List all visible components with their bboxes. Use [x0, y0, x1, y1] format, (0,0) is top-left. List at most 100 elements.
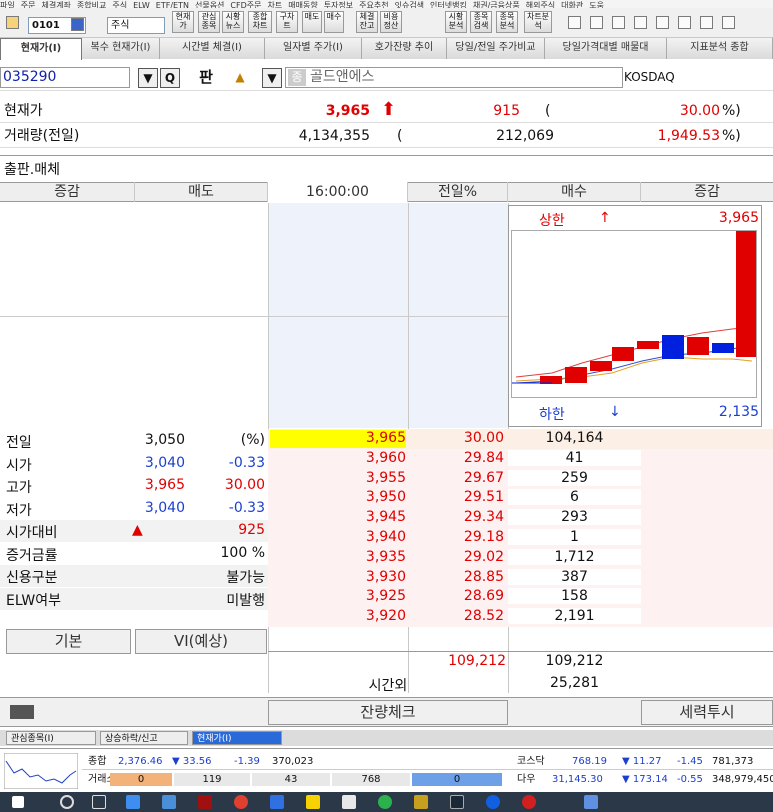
app-icon[interactable]	[414, 795, 428, 809]
toolbar-tool-icon[interactable]	[634, 16, 647, 29]
type-select[interactable]: 주식	[107, 17, 165, 34]
search-icon[interactable]	[71, 18, 84, 31]
task-view-icon[interactable]	[92, 795, 106, 809]
window-tab[interactable]: 관심종목(I)	[6, 731, 96, 745]
toolbar-button[interactable]: 시황분석	[445, 11, 467, 33]
bid-price[interactable]: 3,925	[268, 588, 406, 604]
app-icon[interactable]	[522, 795, 536, 809]
toolbar-button[interactable]: 관심종목	[198, 11, 220, 33]
stock-name-field[interactable]: 종 골드앤에스	[285, 67, 623, 88]
menu-item[interactable]: ETF/ETN	[156, 1, 189, 9]
app-icon[interactable]	[486, 795, 500, 809]
toolbar-button[interactable]: 현재가	[172, 11, 194, 33]
force-view-button[interactable]: 세력투시	[641, 700, 773, 725]
alarm-bell-icon[interactable]: ▲	[230, 68, 250, 88]
menu-item[interactable]: 파일	[0, 1, 15, 9]
kakaotalk-icon[interactable]	[306, 795, 320, 809]
toolbar-button[interactable]: 구차트	[276, 11, 298, 33]
stock-code-input[interactable]: 035290	[0, 67, 130, 88]
bid-row[interactable]: 3,925 28.69 158	[268, 587, 773, 608]
menu-item[interactable]: 선물옵션	[195, 1, 224, 9]
window-tab[interactable]: 상승하락/신고	[100, 731, 188, 745]
menu-item[interactable]: 도움	[589, 1, 604, 9]
home-icon[interactable]	[6, 16, 19, 29]
dropdown-icon[interactable]: ▼	[262, 68, 282, 88]
toolbar-button[interactable]: 체결잔고	[356, 11, 378, 33]
bid-price[interactable]: 3,930	[268, 569, 406, 585]
toolbar-tool-icon[interactable]	[612, 16, 625, 29]
toolbar-tool-icon[interactable]	[722, 16, 735, 29]
menu-item[interactable]: 종합비교	[77, 1, 106, 9]
toolbar-tool-icon[interactable]	[700, 16, 713, 29]
app-icon[interactable]	[378, 795, 392, 809]
windows-start-icon[interactable]	[12, 796, 24, 808]
toolbar-button[interactable]: 매수	[324, 11, 344, 33]
tab[interactable]: 복수 현재가(I)	[82, 38, 160, 59]
bid-price[interactable]: 3,955	[268, 470, 406, 486]
toolbar-button[interactable]: 시황뉴스	[222, 11, 244, 33]
menu-item[interactable]: ELW	[133, 1, 150, 9]
bid-row[interactable]: 3,950 29.51 6	[268, 488, 773, 509]
bid-price[interactable]: 3,950	[268, 489, 406, 505]
basic-button[interactable]: 기본	[6, 629, 131, 654]
bid-row[interactable]: 3,945 29.34 293	[268, 508, 773, 529]
bid-row[interactable]: 3,960 29.84 41	[268, 448, 773, 469]
store-icon[interactable]	[162, 795, 176, 809]
broadcast-icon[interactable]	[10, 705, 34, 719]
menu-item[interactable]: 잇슈검색	[395, 1, 424, 9]
menu-item[interactable]: 인터넷뱅킹	[430, 1, 467, 9]
balance-check-button[interactable]: 잔량체크	[268, 700, 508, 725]
bid-row[interactable]: 3,935 29.02 1,712	[268, 547, 773, 568]
menu-item[interactable]: 차트	[268, 1, 283, 9]
menu-item[interactable]: 해외주식	[526, 1, 555, 9]
menu-item[interactable]: 주문	[21, 1, 36, 9]
toolbar-button[interactable]: 차트분석	[524, 11, 552, 33]
tab[interactable]: 지표분석 종합	[667, 38, 773, 59]
toolbar-button[interactable]: 종목분석	[496, 11, 518, 33]
toolbar-tool-icon[interactable]	[678, 16, 691, 29]
bid-price[interactable]: 3,920	[268, 608, 406, 624]
steam-icon[interactable]	[450, 795, 464, 809]
app-icon[interactable]	[270, 795, 284, 809]
toolbar-tool-icon[interactable]	[656, 16, 669, 29]
bid-price[interactable]: 3,935	[268, 549, 406, 565]
bid-price[interactable]: 3,945	[268, 509, 406, 525]
toolbar-tool-icon[interactable]	[568, 16, 581, 29]
tab[interactable]: 일자별 주가(I)	[265, 38, 362, 59]
menu-item[interactable]: 주식	[112, 1, 127, 9]
bid-price[interactable]: 3,960	[268, 450, 406, 466]
tab[interactable]: 호가잔량 추이	[362, 38, 447, 59]
app-icon[interactable]	[342, 795, 356, 809]
window-tab[interactable]: 현재가(I)	[192, 731, 282, 745]
bid-row[interactable]: 3,940 29.18 1	[268, 528, 773, 548]
menu-item[interactable]: 대화관	[561, 1, 583, 9]
tab[interactable]: 당일/전일 주가비교	[447, 38, 545, 59]
toolbar-button[interactable]: 매도	[302, 11, 322, 33]
bid-price[interactable]: 3,965	[270, 430, 406, 448]
vi-button[interactable]: VI(예상)	[135, 629, 267, 654]
menu-item[interactable]: 매매동향	[288, 1, 317, 9]
menu-item[interactable]: 채권/금융상품	[473, 1, 520, 9]
app-icon[interactable]	[198, 795, 212, 809]
tab[interactable]: 시간별 체결(I)	[160, 38, 265, 59]
tab[interactable]: 당일가격대별 매물대	[545, 38, 667, 59]
search-icon[interactable]	[60, 795, 74, 809]
toolbar-button[interactable]: 종합차트	[248, 11, 272, 33]
menu-item[interactable]: 체결계좌	[41, 1, 70, 9]
menu-item[interactable]: 투자정보	[324, 1, 353, 9]
bid-row[interactable]: 3,920 28.52 2,191	[268, 607, 773, 628]
toolbar-tool-icon[interactable]	[590, 16, 603, 29]
toolbar-button[interactable]: 비용정산	[380, 11, 402, 33]
toolbar-button[interactable]: 종목검색	[470, 11, 492, 33]
menu-item[interactable]: CFD주문	[230, 1, 261, 9]
app-icon[interactable]	[584, 795, 598, 809]
tab[interactable]: 현재가(I)	[0, 38, 82, 60]
bid-row[interactable]: 3,930 28.85 387	[268, 567, 773, 588]
dropdown-icon[interactable]: ▼	[138, 68, 158, 88]
menu-item[interactable]: 주요추천	[359, 1, 388, 9]
bid-row[interactable]: 3,955 29.67 259	[268, 468, 773, 489]
board-icon[interactable]: 판	[196, 68, 216, 88]
chrome-icon[interactable]	[234, 795, 248, 809]
file-explorer-icon[interactable]	[126, 795, 140, 809]
bid-price[interactable]: 3,940	[268, 529, 406, 545]
